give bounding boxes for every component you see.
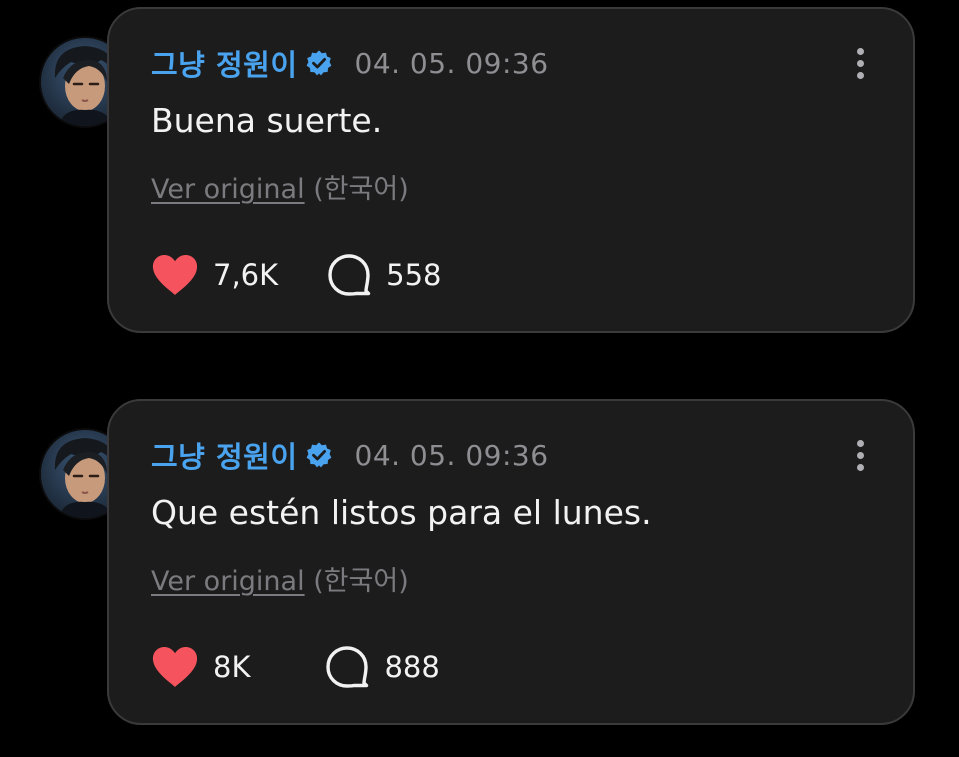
like-count: 8K [213, 650, 251, 684]
like-count: 7,6K [213, 258, 279, 292]
post-header: 그냥 정원이 04. 05. 09:36 [151, 435, 549, 475]
comment-button[interactable]: 888 [324, 645, 440, 689]
comment-count: 558 [386, 258, 442, 292]
like-button[interactable]: 8K [151, 646, 250, 688]
more-options-icon[interactable] [849, 435, 871, 475]
view-original-link[interactable]: Ver original [151, 566, 305, 597]
post-actions: 8K 888 [151, 645, 440, 689]
original-language-label: (한국어) [313, 174, 409, 205]
post-timestamp: 04. 05. 09:36 [354, 438, 549, 472]
post-card: 그냥 정원이 04. 05. 09:36 Buena suerte. Ver o… [107, 7, 915, 333]
verified-badge-icon [306, 442, 331, 468]
chat-post: 그냥 정원이 04. 05. 09:36 Que estén listos pa… [0, 392, 959, 732]
heart-icon [152, 255, 198, 295]
heart-icon [152, 647, 198, 687]
post-message: Que estén listos para el lunes. [151, 493, 652, 532]
comment-count: 888 [384, 650, 440, 684]
original-language-label: (한국어) [313, 566, 409, 597]
view-original-link[interactable]: Ver original [151, 174, 305, 205]
translation-row: Ver original (한국어) [151, 559, 409, 598]
comment-bubble-icon [328, 254, 371, 296]
more-options-icon[interactable] [849, 43, 871, 83]
comment-button[interactable]: 558 [326, 253, 442, 297]
post-timestamp: 04. 05. 09:36 [354, 46, 549, 80]
verified-badge-icon [306, 50, 331, 76]
author-name[interactable]: 그냥 정원이 [151, 434, 298, 476]
post-message: Buena suerte. [151, 101, 383, 140]
post-actions: 7,6K 558 [151, 253, 442, 297]
chat-post: 그냥 정원이 04. 05. 09:36 Buena suerte. Ver o… [0, 0, 959, 340]
post-card: 그냥 정원이 04. 05. 09:36 Que estén listos pa… [107, 399, 915, 725]
like-button[interactable]: 7,6K [151, 254, 278, 296]
author-name[interactable]: 그냥 정원이 [151, 42, 298, 84]
comment-bubble-icon [326, 646, 369, 688]
translation-row: Ver original (한국어) [151, 167, 409, 206]
post-header: 그냥 정원이 04. 05. 09:36 [151, 43, 549, 83]
